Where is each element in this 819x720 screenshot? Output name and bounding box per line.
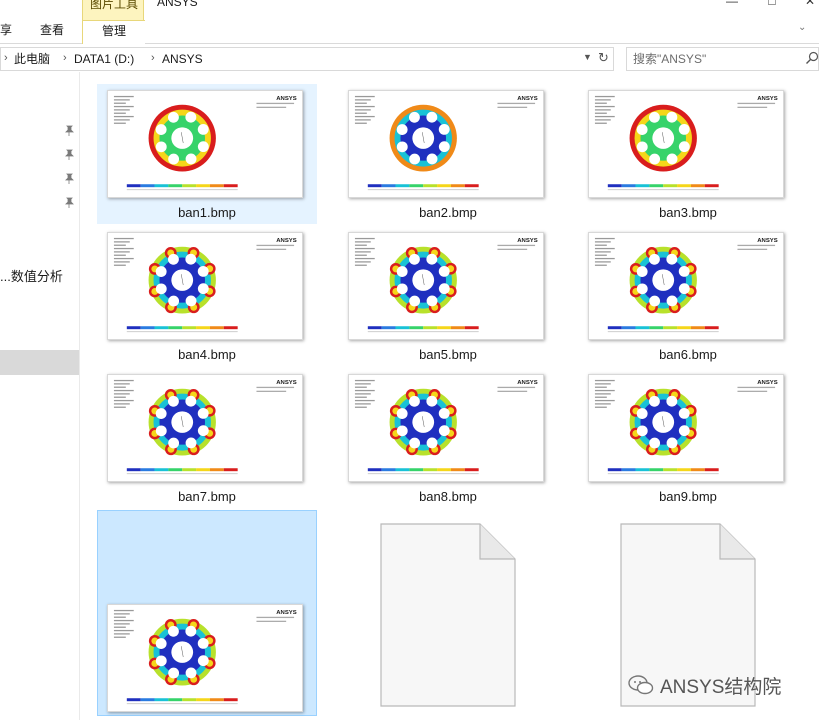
svg-text:ANSYS: ANSYS [517,238,537,244]
chevron-down-icon[interactable]: ⌄ [798,22,806,33]
file-tile[interactable]: ANSYS ban5.bmp [338,226,558,366]
file-tile[interactable]: ANSYS ban6.bmp [578,226,798,366]
file-tile-selected[interactable]: ANSYS [97,510,317,716]
file-name: ban4.bmp [178,347,236,362]
svg-text:ANSYS: ANSYS [276,380,296,386]
file-thumbnail: ANSYS [348,232,544,340]
file-thumbnail: ANSYS [348,374,544,482]
navigation-pane: ...数值分析 [0,72,80,720]
svg-text:ANSYS: ANSYS [757,380,777,386]
blank-file-icon[interactable] [380,523,516,707]
file-tile[interactable]: ANSYS ban3.bmp [578,84,798,224]
breadcrumb-separator-icon[interactable]: › [151,52,155,64]
breadcrumb-separator-icon[interactable]: › [63,52,67,64]
svg-text:ANSYS: ANSYS [517,380,537,386]
nav-item-folder[interactable]: ...数值分析 [0,266,63,285]
close-button[interactable]: ✕ [800,0,819,8]
watermark: ANSYS结构院 [628,672,781,698]
pin-icon[interactable] [63,149,75,161]
svg-text:ANSYS: ANSYS [276,610,296,616]
file-tile[interactable]: ANSYS ban1.bmp [97,84,317,224]
picture-tools-group: 图片工具 管理 [82,0,145,44]
pin-icon[interactable] [63,173,75,185]
file-tile[interactable]: ANSYS ban4.bmp [97,226,317,366]
nav-item-selected[interactable] [0,350,79,375]
breadcrumb-this-pc[interactable]: 此电脑 [14,52,50,66]
pin-icon[interactable] [63,125,75,137]
file-tile[interactable]: ANSYS ban7.bmp [97,368,317,508]
picture-tools-label: 图片工具 [89,0,138,11]
file-name: ban2.bmp [419,205,477,220]
minimize-button[interactable]: — [722,0,742,8]
svg-text:ANSYS: ANSYS [276,96,296,102]
wechat-icon [628,675,654,695]
search-box[interactable] [626,47,819,71]
file-thumbnail: ANSYS [107,90,303,198]
chevron-down-icon[interactable]: ▼ [583,52,592,62]
address-bar[interactable]: › 此电脑 › DATA1 (D:) › ANSYS ▼ ↻ [0,47,614,71]
file-thumbnail: ANSYS [107,374,303,482]
breadcrumb-separator-icon[interactable]: › [4,52,8,64]
tab-share[interactable]: 享 [0,20,12,40]
file-name: ban1.bmp [178,205,236,220]
breadcrumb-ansys[interactable]: ANSYS [162,52,203,66]
svg-text:ANSYS: ANSYS [757,96,777,102]
svg-text:ANSYS: ANSYS [276,238,296,244]
ribbon: 享 查看 图片工具 管理 ANSYS — □ ✕ ⌄ [0,0,819,44]
tab-manage[interactable]: 管理 [83,20,145,44]
pin-icon[interactable] [63,197,75,209]
file-tile[interactable]: ANSYS ban8.bmp [338,368,558,508]
maximize-button[interactable]: □ [762,0,782,8]
window-title: ANSYS [157,0,198,9]
file-thumbnail: ANSYS [107,604,303,712]
file-name: ban8.bmp [419,489,477,504]
file-tile[interactable]: ANSYS ban9.bmp [578,368,798,508]
search-icon[interactable] [805,51,819,65]
file-name: ban6.bmp [659,347,717,362]
refresh-icon[interactable]: ↻ [598,50,609,66]
search-input[interactable] [633,51,793,67]
file-thumbnail: ANSYS [588,232,784,340]
watermark-text: ANSYS结构院 [660,676,782,698]
file-thumbnail: ANSYS [348,90,544,198]
file-thumbnail: ANSYS [588,374,784,482]
file-thumbnail: ANSYS [107,232,303,340]
file-name: ban9.bmp [659,489,717,504]
svg-text:ANSYS: ANSYS [517,96,537,102]
file-name: ban5.bmp [419,347,477,362]
file-tile[interactable]: ANSYS ban2.bmp [338,84,558,224]
tab-view[interactable]: 查看 [40,20,64,40]
svg-text:ANSYS: ANSYS [757,238,777,244]
file-thumbnail: ANSYS [588,90,784,198]
file-name: ban7.bmp [178,489,236,504]
file-name: ban3.bmp [659,205,717,220]
breadcrumb-drive[interactable]: DATA1 (D:) [74,52,134,66]
